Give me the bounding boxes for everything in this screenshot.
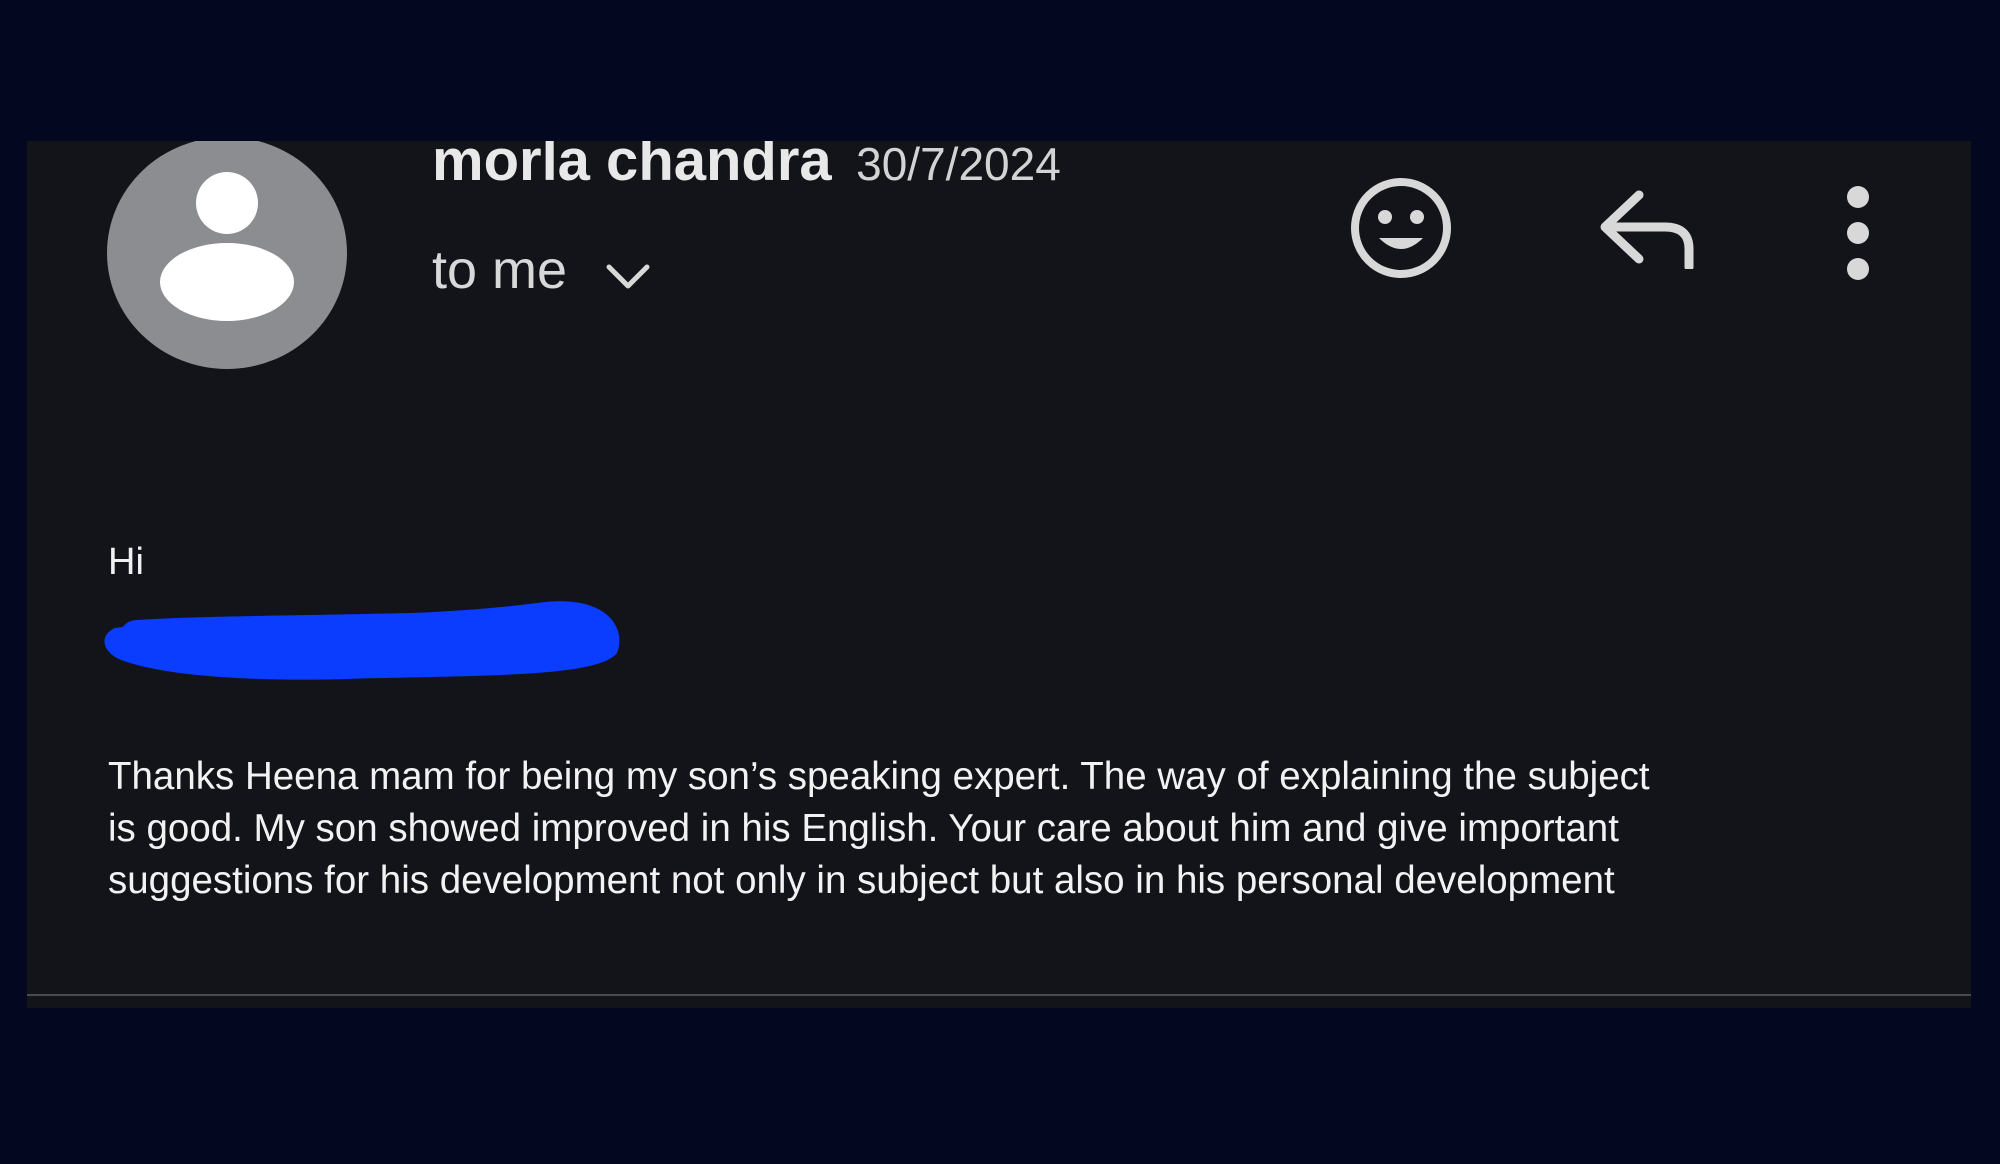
sender-avatar[interactable] [107, 141, 347, 369]
email-body-line: suggestions for his development not only… [108, 859, 1615, 902]
reply-button[interactable] [1597, 189, 1697, 274]
sender-name[interactable]: morla chandra [432, 141, 832, 194]
redaction-scribble [104, 601, 620, 680]
sender-line: morla chandra 30/7/2024 [432, 141, 1061, 194]
more-options-button[interactable] [1843, 183, 1873, 288]
email-body-line: Thanks Heena mam for being my son’s spea… [108, 755, 1650, 798]
email-body-line: is good. My son showed improved in his E… [108, 807, 1619, 850]
screenshot-stage: morla chandra 30/7/2024 to me Hi Thanks … [0, 0, 2000, 1164]
person-icon [160, 172, 294, 321]
more-vertical-icon [1847, 186, 1869, 280]
smiley-icon [1351, 178, 1451, 278]
email-date: 30/7/2024 [856, 141, 1061, 190]
add-reaction-button[interactable] [1349, 176, 1453, 285]
chevron-down-icon [606, 264, 650, 289]
reply-icon [1600, 190, 1694, 272]
email-message-card: morla chandra 30/7/2024 to me Hi Thanks … [27, 141, 1971, 1008]
message-divider [27, 994, 1971, 996]
recipient-details-toggle[interactable]: to me [432, 239, 651, 301]
email-body: Thanks Heena mam for being my son’s spea… [108, 751, 1928, 907]
recipient-label: to me [432, 240, 568, 300]
email-greeting: Hi [108, 541, 144, 583]
